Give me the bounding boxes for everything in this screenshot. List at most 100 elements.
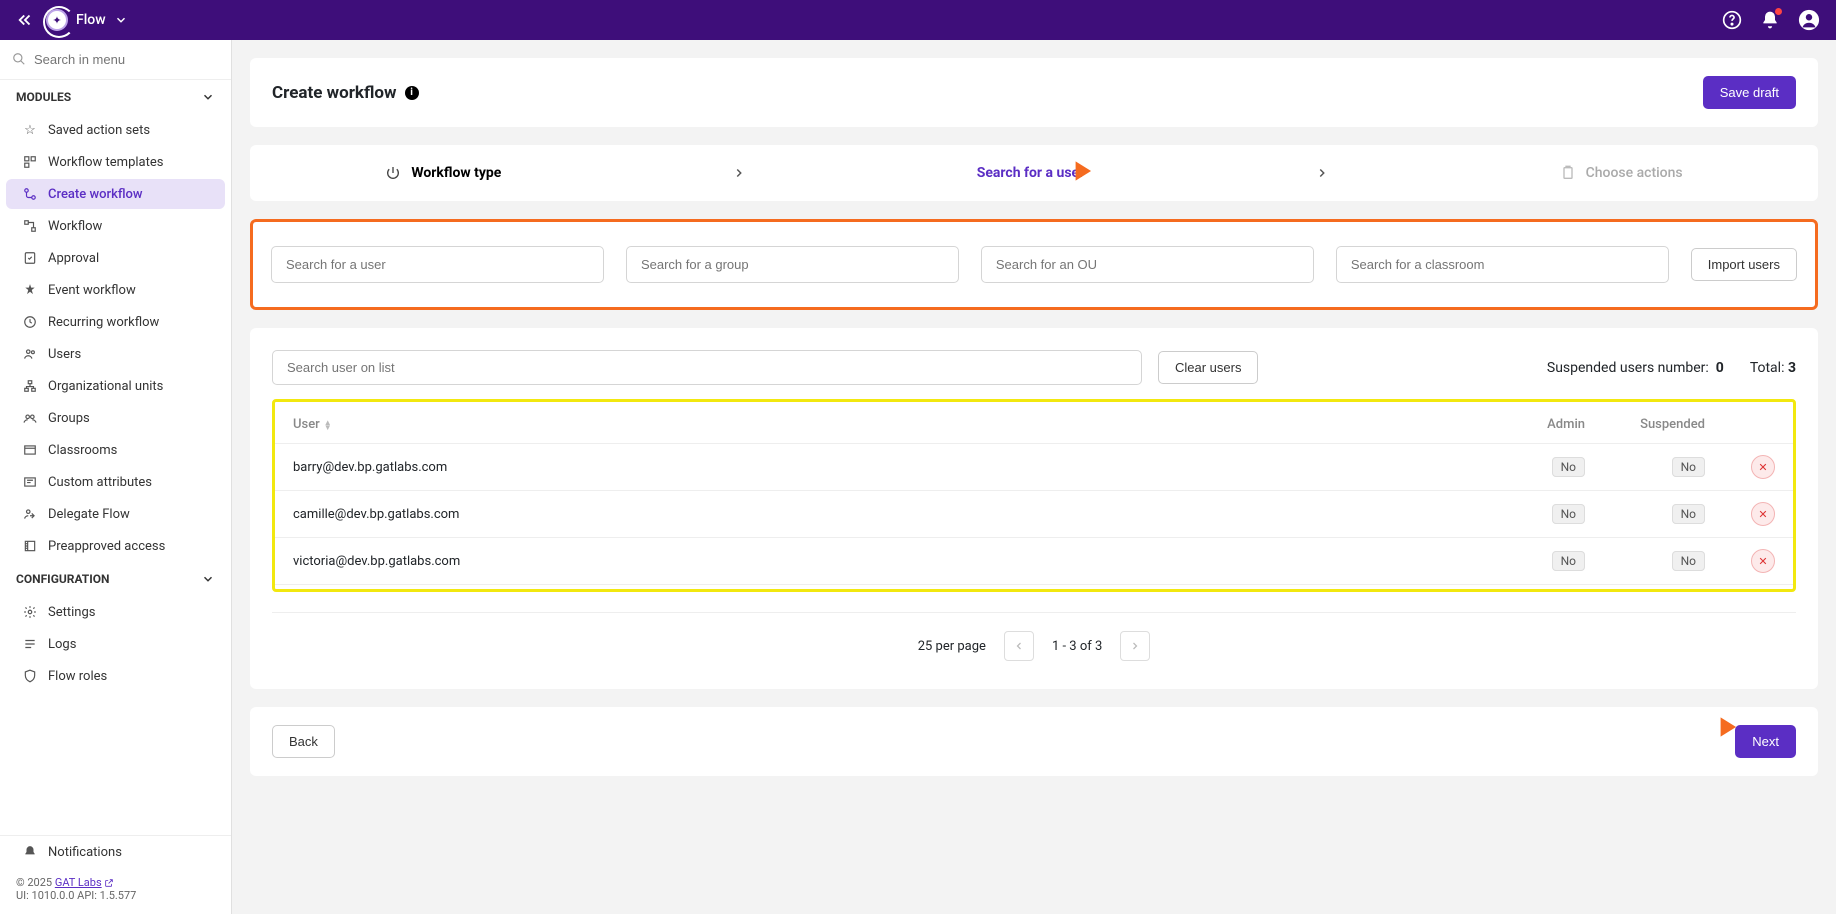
table-row: barry@dev.bp.gatlabs.com No No ✕ xyxy=(275,444,1793,491)
chevron-down-icon xyxy=(114,13,128,27)
suspended-badge: No xyxy=(1672,504,1705,524)
col-admin: Admin xyxy=(1493,406,1603,444)
star-icon: ☆ xyxy=(22,122,38,138)
template-icon xyxy=(22,154,38,170)
account-button[interactable] xyxy=(1798,9,1820,31)
wizard-footer: Back Next xyxy=(250,707,1818,776)
chevron-right-icon xyxy=(1315,166,1329,180)
help-button[interactable] xyxy=(1722,10,1742,30)
gat-labs-link[interactable]: GAT Labs xyxy=(55,876,102,889)
workflow-stepper: Workflow type Search for a user Choose a… xyxy=(250,145,1818,201)
sidebar-item-groups[interactable]: Groups xyxy=(6,403,225,433)
sidebar-search-input[interactable] xyxy=(12,48,219,71)
suspended-badge: No xyxy=(1672,457,1705,477)
external-link-icon xyxy=(104,878,114,888)
search-icon xyxy=(12,52,26,66)
sidebar-footer-text: © 2025 GAT Labs UI: 1010.0.0 API: 1.5.57… xyxy=(0,868,231,914)
remove-user-button[interactable]: ✕ xyxy=(1751,455,1775,479)
org-icon xyxy=(22,378,38,394)
sidebar-item-event-workflow[interactable]: Event workflow xyxy=(6,275,225,305)
users-icon xyxy=(22,346,38,362)
users-table-wrap: User▲▼ Admin Suspended barry@dev.bp.gatl… xyxy=(272,399,1796,592)
admin-badge: No xyxy=(1552,551,1585,571)
notifications-button[interactable] xyxy=(1760,10,1780,30)
remove-user-button[interactable]: ✕ xyxy=(1751,502,1775,526)
remove-user-button[interactable]: ✕ xyxy=(1751,549,1775,573)
sidebar: MODULES ☆Saved action sets Workflow temp… xyxy=(0,40,232,914)
sidebar-item-workflow[interactable]: Workflow xyxy=(6,211,225,241)
user-email: barry@dev.bp.gatlabs.com xyxy=(275,444,1493,491)
event-icon xyxy=(22,282,38,298)
step-workflow-type[interactable]: Workflow type xyxy=(385,165,501,181)
user-email: victoria@dev.bp.gatlabs.com xyxy=(275,538,1493,585)
sidebar-item-notifications[interactable]: Notifications xyxy=(6,837,225,867)
sidebar-item-classrooms[interactable]: Classrooms xyxy=(6,435,225,465)
col-user[interactable]: User▲▼ xyxy=(275,406,1493,444)
sort-icon: ▲▼ xyxy=(324,420,332,430)
sidebar-item-delegate-flow[interactable]: Delegate Flow xyxy=(6,499,225,529)
filter-list-input[interactable] xyxy=(272,350,1142,385)
app-name: Flow xyxy=(76,12,106,28)
per-page-label[interactable]: 25 per page xyxy=(918,639,986,654)
next-button[interactable]: Next xyxy=(1735,725,1796,758)
page-title: Create workflow xyxy=(272,83,397,103)
classroom-icon xyxy=(22,442,38,458)
app-switcher[interactable]: ✦ Flow xyxy=(46,9,128,31)
configuration-section-toggle[interactable]: CONFIGURATION xyxy=(0,562,231,596)
sidebar-item-create-workflow[interactable]: Create workflow xyxy=(6,179,225,209)
clear-users-button[interactable]: Clear users xyxy=(1158,351,1258,384)
table-row: camille@dev.bp.gatlabs.com No No ✕ xyxy=(275,491,1793,538)
table-row: victoria@dev.bp.gatlabs.com No No ✕ xyxy=(275,538,1793,585)
search-panel: Import users xyxy=(250,219,1818,310)
sidebar-item-flow-roles[interactable]: Flow roles xyxy=(6,661,225,691)
back-button[interactable]: Back xyxy=(272,725,335,758)
suspended-users-stat: Suspended users number: 0 xyxy=(1547,360,1724,376)
sidebar-item-saved-action-sets[interactable]: ☆Saved action sets xyxy=(6,115,225,145)
sidebar-item-logs[interactable]: Logs xyxy=(6,629,225,659)
gear-icon xyxy=(22,604,38,620)
power-icon xyxy=(385,165,401,181)
step-choose-actions: Choose actions xyxy=(1560,165,1683,181)
logs-icon xyxy=(22,636,38,652)
info-icon[interactable]: i xyxy=(405,86,419,100)
search-classroom-input[interactable] xyxy=(1336,246,1669,283)
access-icon xyxy=(22,538,38,554)
col-suspended: Suspended xyxy=(1603,406,1723,444)
sidebar-item-custom-attributes[interactable]: Custom attributes xyxy=(6,467,225,497)
sidebar-item-workflow-templates[interactable]: Workflow templates xyxy=(6,147,225,177)
sidebar-item-approval[interactable]: Approval xyxy=(6,243,225,273)
attributes-icon xyxy=(22,474,38,490)
workflow-icon xyxy=(22,218,38,234)
topbar: ✦ Flow xyxy=(0,0,1836,40)
admin-badge: No xyxy=(1552,504,1585,524)
prev-page-button[interactable] xyxy=(1004,631,1034,661)
chevron-down-icon xyxy=(201,90,215,104)
user-email: camille@dev.bp.gatlabs.com xyxy=(275,491,1493,538)
pagination: 25 per page 1 - 3 of 3 xyxy=(272,612,1796,667)
total-users-stat: Total: 3 xyxy=(1750,360,1796,376)
next-page-button[interactable] xyxy=(1120,631,1150,661)
main-content: Create workflow i Save draft Workflow ty… xyxy=(232,40,1836,914)
sidebar-item-preapproved-access[interactable]: Preapproved access xyxy=(6,531,225,561)
users-table: User▲▼ Admin Suspended barry@dev.bp.gatl… xyxy=(275,406,1793,585)
save-draft-button[interactable]: Save draft xyxy=(1703,76,1796,109)
user-list-panel: Clear users Suspended users number: 0 To… xyxy=(250,328,1818,689)
import-users-button[interactable]: Import users xyxy=(1691,248,1797,281)
sidebar-item-recurring-workflow[interactable]: Recurring workflow xyxy=(6,307,225,337)
sidebar-item-users[interactable]: Users xyxy=(6,339,225,369)
annotation-arrow xyxy=(1680,709,1738,745)
search-group-input[interactable] xyxy=(626,246,959,283)
sidebar-item-organizational-units[interactable]: Organizational units xyxy=(6,371,225,401)
page-header: Create workflow i Save draft xyxy=(250,58,1818,127)
clipboard-icon xyxy=(1560,165,1576,181)
page-range: 1 - 3 of 3 xyxy=(1052,639,1102,654)
search-ou-input[interactable] xyxy=(981,246,1314,283)
chevron-right-icon xyxy=(732,166,746,180)
recurring-icon xyxy=(22,314,38,330)
search-user-input[interactable] xyxy=(271,246,604,283)
sidebar-item-settings[interactable]: Settings xyxy=(6,597,225,627)
collapse-sidebar-button[interactable] xyxy=(16,11,34,29)
bell-icon xyxy=(22,844,38,860)
modules-section-toggle[interactable]: MODULES xyxy=(0,80,231,114)
approval-icon xyxy=(22,250,38,266)
